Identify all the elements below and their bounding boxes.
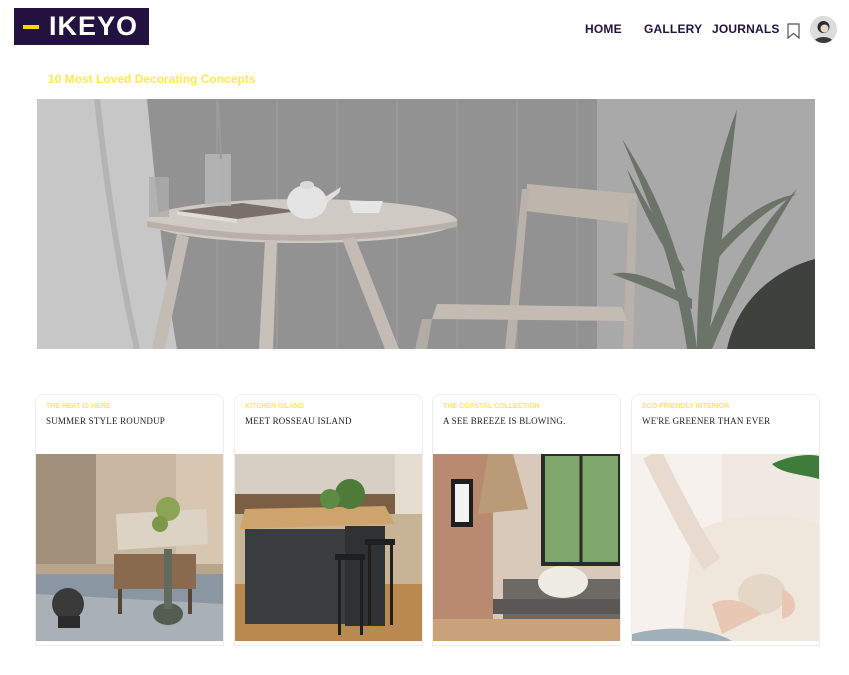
nav-gallery[interactable]: GALLERY [644,22,702,36]
card-image[interactable] [36,454,223,641]
card-title[interactable]: SUMMER STYLE ROUNDUP [46,416,165,426]
article-card-1[interactable]: THE HEAT IS HERE SUMMER STYLE ROUNDUP [35,394,224,646]
logo-accent-bar [23,24,39,29]
bookmark-icon[interactable] [787,23,800,39]
avatar[interactable] [810,16,837,43]
card-title[interactable]: MEET ROSSEAU ISLAND [245,416,352,426]
logo-text: IKEYO [49,11,139,41]
card-kicker: THE COASTAL COLLECTION [443,403,540,410]
site-logo[interactable]: IKEYO [14,8,149,45]
article-card-3[interactable]: THE COASTAL COLLECTION A SEE BREEZE IS B… [432,394,621,646]
card-kicker: ECO-FRIENDLY INTERIOR [642,403,730,410]
article-card-4[interactable]: ECO-FRIENDLY INTERIOR WE'RE GREENER THAN… [631,394,820,646]
nav-home[interactable]: HOME [585,22,622,36]
card-image[interactable] [632,454,819,641]
hero-image[interactable] [37,99,815,349]
card-image[interactable] [433,454,620,641]
card-title[interactable]: WE'RE GREENER THAN EVER [642,416,770,426]
hero-title[interactable]: 10 Most Loved Decorating Concepts [48,72,255,86]
nav-journals[interactable]: JOURNALS [712,22,780,36]
card-title[interactable]: A SEE BREEZE IS BLOWING. [443,416,566,426]
card-image[interactable] [235,454,422,641]
card-kicker: THE HEAT IS HERE [46,403,111,410]
card-kicker: KITCHEN ISLAND [245,403,305,410]
article-card-2[interactable]: KITCHEN ISLAND MEET ROSSEAU ISLAND [234,394,423,646]
